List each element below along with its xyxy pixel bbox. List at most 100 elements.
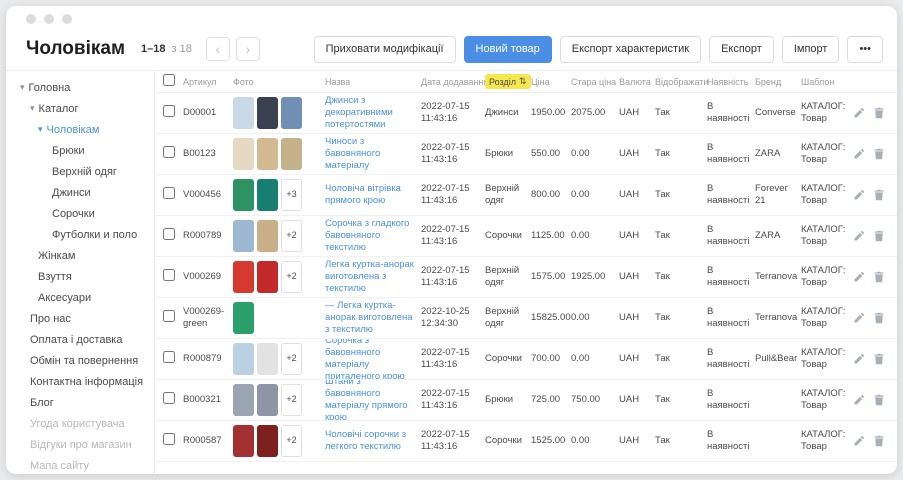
sidebar-item-18[interactable]: Мапа сайту — [6, 455, 154, 474]
window-maximize-button[interactable] — [62, 14, 72, 24]
edit-icon[interactable] — [853, 312, 865, 324]
sidebar-item-1[interactable]: ▾Каталог — [6, 98, 154, 119]
row-checkbox[interactable] — [163, 228, 175, 240]
more-photos-badge[interactable]: +2 — [281, 261, 302, 293]
window-minimize-button[interactable] — [44, 14, 54, 24]
time-value: 11:43:16 — [421, 195, 481, 207]
more-photos-badge[interactable]: +2 — [281, 343, 302, 375]
product-name-link[interactable]: Штани з бавовняного матеріалу прямого кр… — [325, 380, 417, 421]
row-checkbox[interactable] — [163, 146, 175, 158]
product-name-link[interactable]: — Легка куртка-анорак виготовлена з текс… — [325, 300, 417, 336]
row-checkbox[interactable] — [163, 310, 175, 322]
row-checkbox[interactable] — [163, 105, 175, 117]
more-photos-badge[interactable]: +2 — [281, 220, 302, 252]
column-header-7[interactable]: Валюта — [619, 77, 655, 87]
column-header-11[interactable]: Шаблон — [801, 77, 853, 87]
product-photos[interactable]: +2 — [233, 343, 325, 375]
product-name-link[interactable]: Сорочка з бавовняного матеріалу притален… — [325, 339, 417, 380]
product-photos[interactable]: +3 — [233, 179, 325, 211]
sidebar-item-12[interactable]: Оплата і доставка — [6, 329, 154, 350]
hide-modifications-button[interactable]: Приховати модифікації — [314, 36, 456, 63]
column-header-1[interactable]: Фото — [233, 77, 325, 87]
edit-icon[interactable] — [853, 230, 865, 242]
product-name-link[interactable]: Чоловічі сорочки з легкого текстилю — [325, 429, 417, 453]
product-name-link[interactable]: Чоловіча вітрівка прямого крою — [325, 183, 417, 207]
product-name-link[interactable]: Чиноси з бавовняного матеріалу — [325, 136, 417, 172]
more-photos-badge[interactable]: +2 — [281, 384, 302, 416]
product-photos[interactable] — [233, 138, 325, 170]
more-photos-badge[interactable]: +3 — [281, 179, 302, 211]
column-header-0[interactable]: Артикул — [183, 77, 233, 87]
column-header-5[interactable]: Ціна — [531, 77, 571, 87]
sidebar-item-15[interactable]: Блог — [6, 392, 154, 413]
delete-icon[interactable] — [873, 271, 885, 283]
delete-icon[interactable] — [873, 230, 885, 242]
product-photos[interactable]: +2 — [233, 384, 325, 416]
sidebar-item-2[interactable]: ▾Чоловікам — [6, 119, 154, 140]
sidebar-item-14[interactable]: Контактна інформація — [6, 371, 154, 392]
import-button[interactable]: Імпорт — [782, 36, 840, 63]
product-section: Верхній одяг — [485, 183, 531, 207]
column-header-2[interactable]: Назва — [325, 77, 421, 87]
product-name-link[interactable]: Джинси з декоративними потертостями — [325, 95, 417, 131]
column-header-10[interactable]: Бренд — [755, 77, 801, 87]
product-sku: V000269 — [183, 271, 233, 283]
column-header-6[interactable]: Стара ціна — [571, 77, 619, 87]
window-close-button[interactable] — [26, 14, 36, 24]
edit-icon[interactable] — [853, 148, 865, 160]
product-name-link[interactable]: Легка куртка-анорак виготовлена з тексти… — [325, 259, 417, 295]
product-photos[interactable] — [233, 302, 325, 334]
sidebar-item-3[interactable]: Брюки — [6, 140, 154, 161]
sidebar-item-10[interactable]: Аксесуари — [6, 287, 154, 308]
sidebar-item-11[interactable]: Про нас — [6, 308, 154, 329]
export-button[interactable]: Експорт — [709, 36, 774, 63]
sidebar-item-4[interactable]: Верхній одяг — [6, 161, 154, 182]
column-header-4[interactable]: Розділ⇅ — [485, 74, 531, 89]
sidebar-item-13[interactable]: Обмін та повернення — [6, 350, 154, 371]
delete-icon[interactable] — [873, 312, 885, 324]
edit-icon[interactable] — [853, 271, 865, 283]
row-checkbox[interactable] — [163, 187, 175, 199]
row-checkbox[interactable] — [163, 351, 175, 363]
product-availability: В наявності — [707, 142, 755, 166]
delete-icon[interactable] — [873, 394, 885, 406]
edit-icon[interactable] — [853, 353, 865, 365]
select-all-checkbox[interactable] — [163, 74, 175, 86]
delete-icon[interactable] — [873, 189, 885, 201]
row-checkbox[interactable] — [163, 392, 175, 404]
sidebar-item-0[interactable]: ▾Головна — [6, 77, 154, 98]
product-photos[interactable] — [233, 97, 325, 129]
product-name-link[interactable]: Сорочка з гладкого бавовняного текстилю — [325, 218, 417, 254]
delete-icon[interactable] — [873, 435, 885, 447]
more-photos-badge[interactable]: +2 — [281, 425, 302, 457]
edit-icon[interactable] — [853, 189, 865, 201]
product-brand: Pull&Bear — [755, 353, 801, 365]
sidebar-item-9[interactable]: Взуття — [6, 266, 154, 287]
product-sku: B00123 — [183, 148, 233, 160]
sidebar-item-5[interactable]: Джинси — [6, 182, 154, 203]
edit-icon[interactable] — [853, 107, 865, 119]
export-characteristics-button[interactable]: Експорт характеристик — [560, 36, 701, 63]
new-product-button[interactable]: Новий товар — [464, 36, 552, 63]
column-header-9[interactable]: Наявність — [707, 77, 755, 87]
delete-icon[interactable] — [873, 148, 885, 160]
delete-icon[interactable] — [873, 353, 885, 365]
column-header-3[interactable]: Дата додавання — [421, 77, 485, 87]
row-checkbox[interactable] — [163, 269, 175, 281]
prev-page-button[interactable]: ‹ — [206, 37, 230, 61]
product-photos[interactable]: +2 — [233, 220, 325, 252]
sidebar-item-8[interactable]: Жінкам — [6, 245, 154, 266]
next-page-button[interactable]: › — [236, 37, 260, 61]
sidebar-item-16[interactable]: Угода користувача — [6, 413, 154, 434]
edit-icon[interactable] — [853, 394, 865, 406]
sidebar-item-7[interactable]: Футболки и поло — [6, 224, 154, 245]
row-checkbox[interactable] — [163, 433, 175, 445]
sidebar-item-17[interactable]: Відгуки про магазин — [6, 434, 154, 455]
delete-icon[interactable] — [873, 107, 885, 119]
more-button[interactable]: ••• — [847, 36, 883, 63]
product-photos[interactable]: +2 — [233, 261, 325, 293]
edit-icon[interactable] — [853, 435, 865, 447]
column-header-8[interactable]: Відображати — [655, 77, 707, 87]
sidebar-item-6[interactable]: Сорочки — [6, 203, 154, 224]
product-photos[interactable]: +2 — [233, 425, 325, 457]
